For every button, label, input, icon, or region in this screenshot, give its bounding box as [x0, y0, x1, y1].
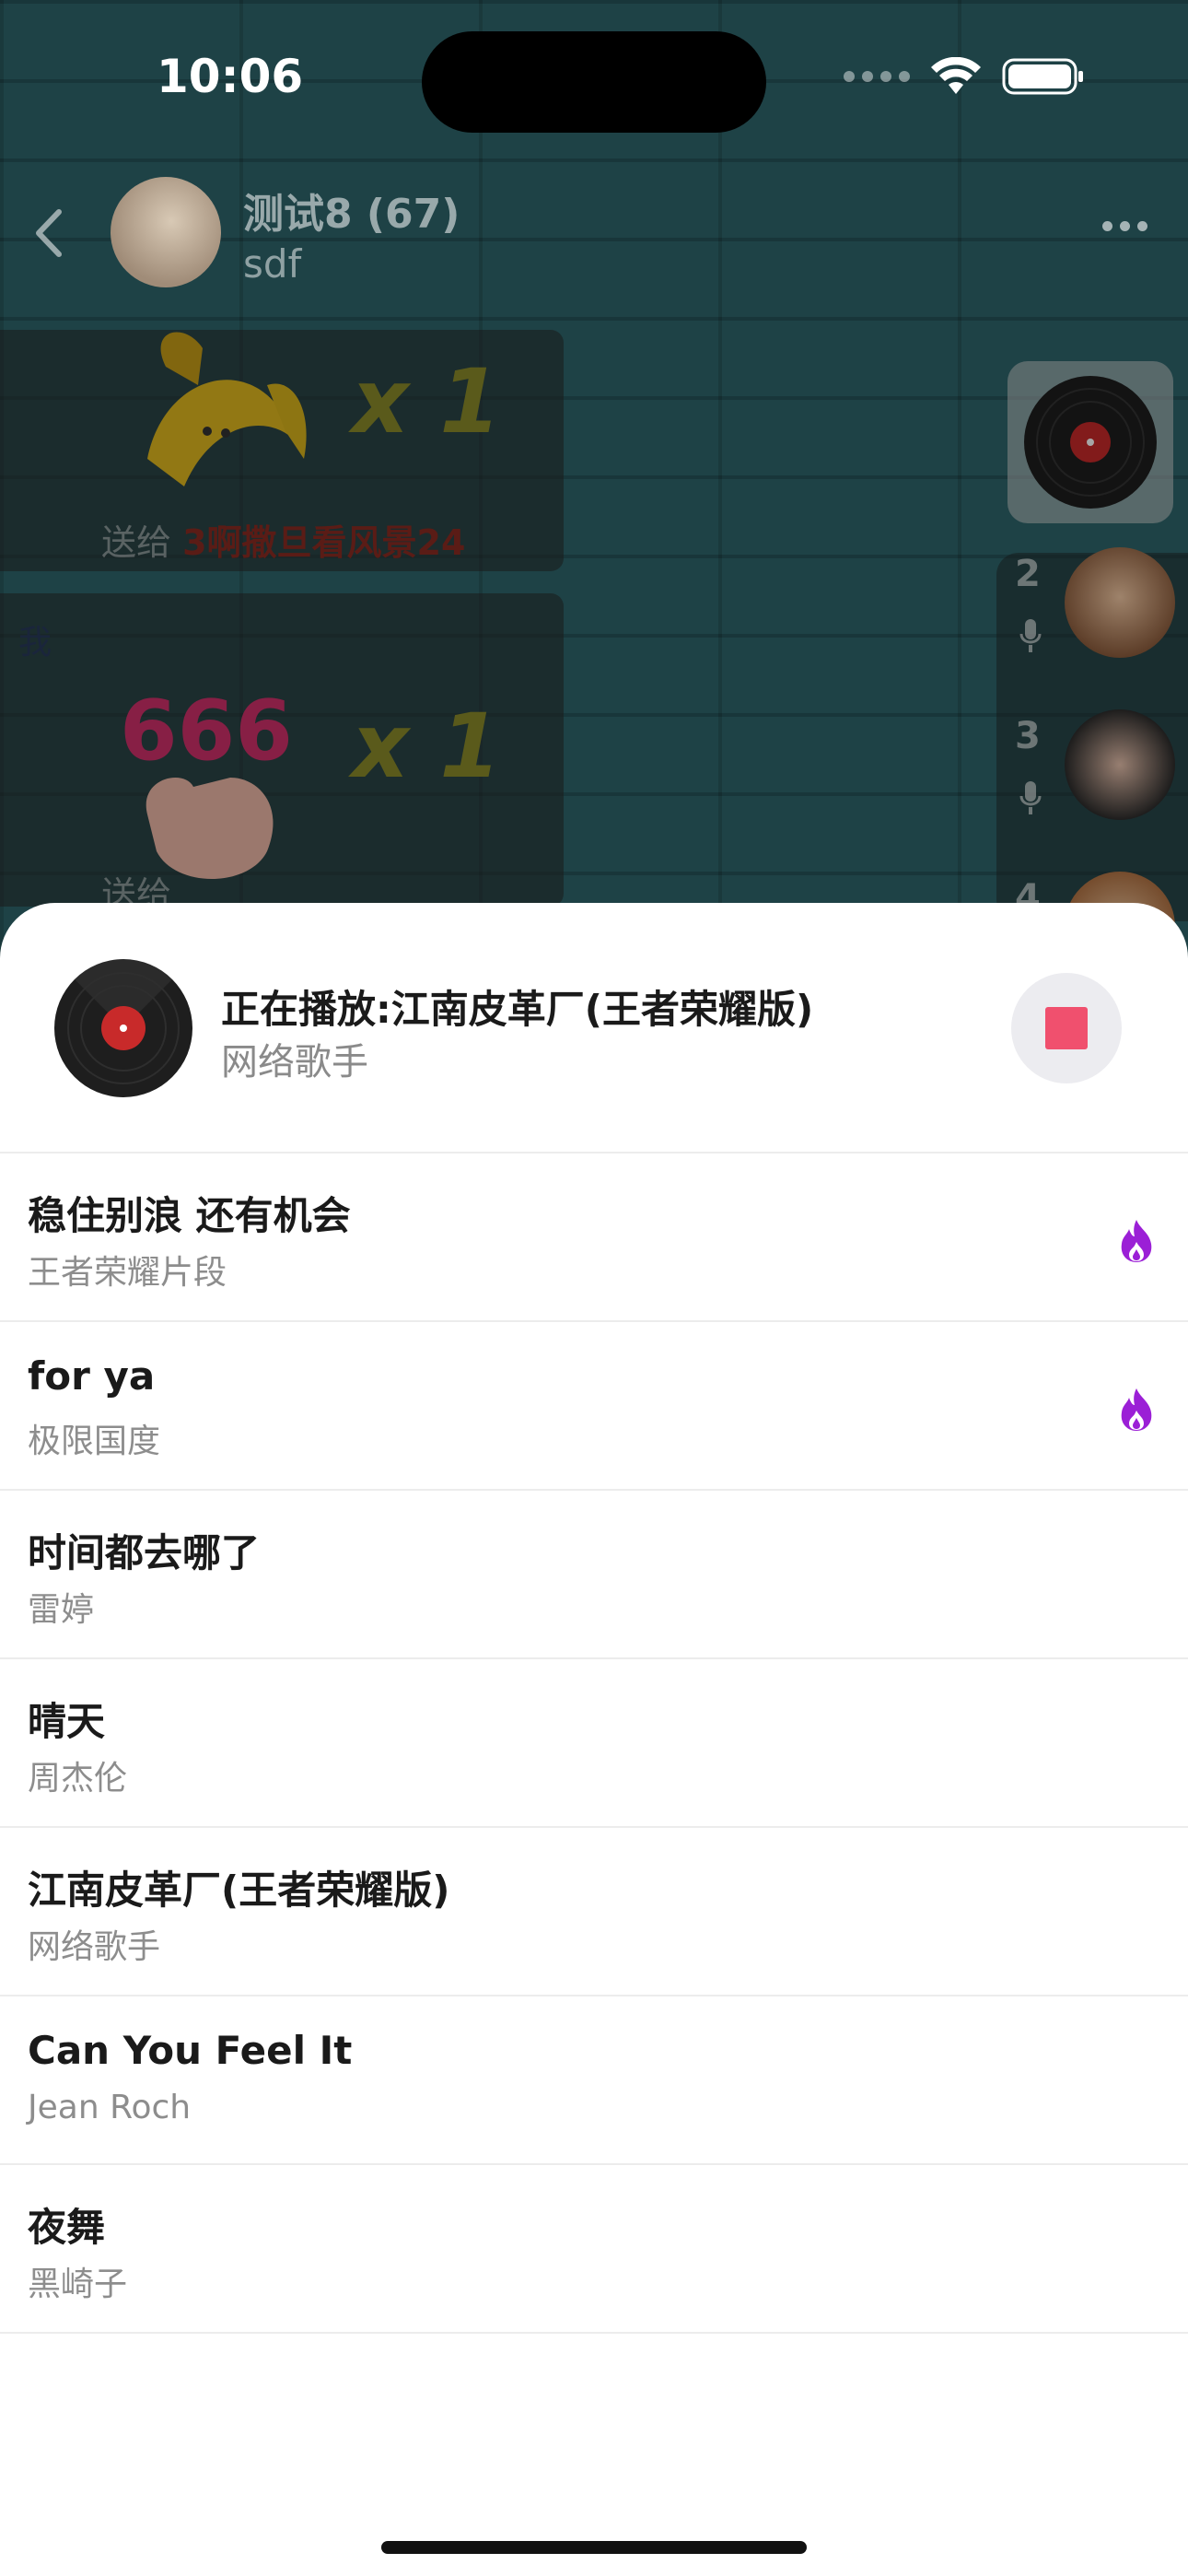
room-avatar[interactable] — [111, 177, 221, 287]
dynamic-island — [422, 31, 766, 133]
wifi-icon — [930, 57, 982, 96]
song-artist: 雷婷 — [28, 1591, 95, 1629]
status-icons — [844, 57, 1085, 96]
song-artist: 网络歌手 — [28, 1928, 161, 1966]
room-title: 测试8 (67) — [243, 191, 460, 238]
music-list-sheet: 正在播放:江南皮革厂(王者荣耀版) 网络歌手 稳住别浪 还有机会 王者荣耀片段 … — [0, 903, 1188, 2576]
more-options-icon[interactable] — [1102, 221, 1147, 231]
song-artist: 黑崎子 — [28, 2266, 128, 2303]
list-item[interactable]: for ya 极限国度 — [0, 1322, 1188, 1491]
now-playing-bar: 正在播放:江南皮革厂(王者荣耀版) 网络歌手 — [0, 903, 1188, 1153]
vinyl-disc-icon — [54, 958, 192, 1097]
home-indicator[interactable] — [381, 2541, 807, 2554]
song-artist: 王者荣耀片段 — [28, 1254, 227, 1292]
song-title: 夜舞 — [28, 2205, 106, 2250]
flame-icon — [1121, 1220, 1152, 1262]
song-title: 江南皮革厂(王者荣耀版) — [28, 1868, 450, 1913]
song-title: 时间都去哪了 — [28, 1530, 261, 1575]
song-title: 晴天 — [28, 1699, 106, 1744]
song-title: for ya — [28, 1353, 156, 1399]
stop-icon — [1045, 1007, 1088, 1049]
battery-icon — [1002, 57, 1085, 96]
list-item[interactable]: 夜舞 黑崎子 — [0, 2165, 1188, 2334]
list-item[interactable]: Can You Feel It Jean Roch — [0, 1996, 1188, 2165]
song-artist: Jean Roch — [28, 2089, 192, 2126]
signal-dots-icon — [844, 71, 910, 82]
now-playing-artist: 网络歌手 — [221, 1041, 368, 1083]
back-chevron-icon[interactable] — [22, 201, 77, 265]
list-item[interactable]: 江南皮革厂(王者荣耀版) 网络歌手 — [0, 1828, 1188, 1996]
song-list: 稳住别浪 还有机会 王者荣耀片段 for ya 极限国度 时间都去哪了 雷婷 晴… — [0, 1153, 1188, 2334]
status-time: 10:06 — [157, 50, 304, 103]
song-title: 稳住别浪 还有机会 — [28, 1193, 351, 1238]
flame-icon — [1121, 1388, 1152, 1431]
song-artist: 极限国度 — [28, 1423, 161, 1460]
list-item[interactable]: 晴天 周杰伦 — [0, 1659, 1188, 1828]
list-item[interactable]: 稳住别浪 还有机会 王者荣耀片段 — [0, 1153, 1188, 1322]
stop-button[interactable] — [1011, 973, 1122, 1083]
now-playing-title: 正在播放:江南皮革厂(王者荣耀版) — [221, 987, 814, 1032]
song-title: Can You Feel It — [28, 2028, 353, 2073]
song-artist: 周杰伦 — [28, 1760, 128, 1797]
room-subtitle: sdf — [243, 241, 302, 287]
list-item[interactable]: 时间都去哪了 雷婷 — [0, 1491, 1188, 1659]
